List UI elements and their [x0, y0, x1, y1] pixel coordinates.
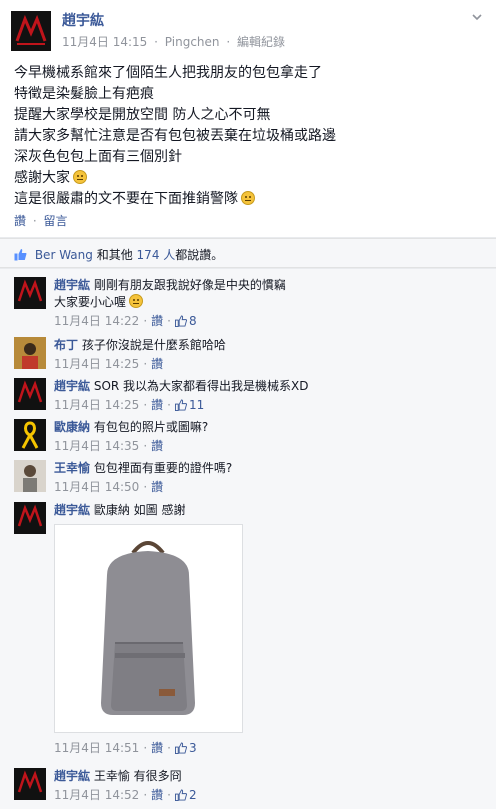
comment-text: 有包包的照片或圖嘛?	[93, 420, 209, 434]
thumbs-up-icon	[174, 315, 187, 327]
comment-like-button[interactable]: 讚	[151, 398, 163, 412]
like-button[interactable]: 讚	[14, 214, 26, 228]
comment-timestamp[interactable]: 11月4日 14:50	[54, 480, 139, 494]
chevron-down-icon[interactable]	[470, 10, 484, 24]
commenter-avatar[interactable]	[14, 502, 46, 534]
comment-like-count[interactable]: 11	[174, 398, 204, 412]
meta-separator: ·	[226, 35, 231, 49]
comment-like-button[interactable]: 讚	[151, 788, 163, 802]
post-timestamp[interactable]: 11月4日 14:15	[62, 35, 147, 49]
post-meta: 11月4日 14:15 · Pingchen · 編輯紀錄	[62, 33, 285, 50]
grimace-emoji-icon	[241, 191, 255, 205]
comment-author[interactable]: 趙宇紘	[54, 379, 90, 393]
commenter-avatar[interactable]	[14, 419, 46, 451]
comment-meta: 11月4日 14:52 · 讚 · 2	[54, 788, 197, 802]
comment-text: SOR 我以為大家都看得出我是機械系XD	[93, 379, 309, 393]
comment-text: 王幸愉 有很多冏	[93, 769, 182, 783]
comments-list: 趙宇紘 剛剛有朋友跟我說好像是中央的慣竊 大家要小心喔 11月4日 14:22 ·…	[0, 269, 496, 809]
comment-like-button[interactable]: 讚	[151, 357, 163, 371]
post-text: 今早機械系館來了個陌生人把我朋友的包包拿走了 特徵是染髮臉上有疤痕 提醒大家學校…	[14, 63, 336, 210]
comment-author[interactable]: 歐康納	[54, 420, 90, 434]
post-line: 請大家多幫忙注意是否有包包被丟棄在垃圾桶或路邊	[14, 128, 336, 144]
comment-meta: 11月4日 14:35 · 讚	[54, 439, 164, 453]
commenter-avatar[interactable]	[14, 378, 46, 410]
backpack-image	[55, 525, 242, 732]
likes-summary: Ber Wang 和其他 174 人都說讚。	[0, 238, 496, 268]
comment-meta: 11月4日 14:22 · 讚 · 8	[54, 314, 197, 328]
likes-suffix: 都說讚。	[175, 248, 224, 262]
liker-name-link[interactable]: Ber Wang	[35, 248, 93, 262]
likes-and-others: 和其他	[96, 248, 133, 262]
comment-like-button[interactable]: 讚	[151, 480, 163, 494]
comment-timestamp[interactable]: 11月4日 14:25	[54, 398, 139, 412]
comment-like-count[interactable]: 8	[174, 314, 197, 328]
comment-timestamp[interactable]: 11月4日 14:25	[54, 357, 139, 371]
comment-text: 包包裡面有重要的證件嗎?	[93, 461, 233, 475]
commenter-avatar[interactable]	[14, 337, 46, 369]
smile-emoji-icon	[73, 170, 87, 184]
comment-text: 孩子你沒說是什麼系館哈哈	[81, 338, 226, 352]
commenter-avatar[interactable]	[14, 768, 46, 800]
author-avatar[interactable]	[11, 11, 51, 51]
comment-author[interactable]: 布丁	[54, 338, 78, 352]
comment-button[interactable]: 留言	[44, 214, 68, 228]
comment-like-count[interactable]: 3	[174, 741, 197, 755]
comment-like-button[interactable]: 讚	[151, 741, 163, 755]
post-line: 特徵是染髮臉上有疤痕	[14, 86, 154, 102]
action-separator: ·	[32, 214, 37, 228]
comment-like-count[interactable]: 2	[174, 788, 197, 802]
comment-timestamp[interactable]: 11月4日 14:35	[54, 439, 139, 453]
comment-author[interactable]: 趙宇紘	[54, 503, 90, 517]
edit-history-link[interactable]: 編輯紀錄	[237, 35, 285, 49]
smile-emoji-icon	[129, 294, 144, 308]
post-location[interactable]: Pingchen	[165, 35, 220, 49]
post-line: 感謝大家	[14, 168, 336, 189]
backpack-photo[interactable]	[54, 524, 243, 733]
comment-meta: 11月4日 14:51 · 讚 · 3	[54, 741, 197, 755]
comment-meta: 11月4日 14:25 · 讚 · 11	[54, 398, 205, 412]
comment-timestamp[interactable]: 11月4日 14:22	[54, 314, 139, 328]
meta-separator: ·	[154, 35, 158, 49]
thumbs-up-icon	[174, 789, 187, 801]
comment-timestamp[interactable]: 11月4日 14:52	[54, 788, 139, 802]
thumbs-up-icon	[174, 742, 187, 754]
post-line: 今早機械系館來了個陌生人把我朋友的包包拿走了	[14, 65, 322, 81]
comment-text: 歐康納 如圖 感謝	[93, 503, 186, 517]
post-line: 深灰色包包上面有三個別針	[14, 149, 182, 165]
commenter-avatar[interactable]	[14, 460, 46, 492]
comment-meta: 11月4日 14:50 · 讚	[54, 480, 164, 494]
comment-like-button[interactable]: 讚	[151, 314, 163, 328]
commenter-avatar[interactable]	[14, 277, 46, 309]
likes-count-link[interactable]: 174 人	[137, 248, 176, 262]
comment-author[interactable]: 趙宇紘	[54, 769, 90, 783]
comment-text: 剛剛有朋友跟我說好像是中央的慣竊	[93, 278, 286, 292]
thumbs-up-icon	[174, 399, 187, 411]
post-card: 趙宇紘 11月4日 14:15 · Pingchen · 編輯紀錄 今早機械系館…	[0, 0, 496, 237]
comment-text: 大家要小心喔	[54, 295, 127, 309]
comment-meta: 11月4日 14:25 · 讚	[54, 357, 164, 371]
comment-like-button[interactable]: 讚	[151, 439, 163, 453]
thumbs-up-icon	[14, 249, 27, 261]
comment-timestamp[interactable]: 11月4日 14:51	[54, 741, 139, 755]
post-author-name[interactable]: 趙宇紘	[62, 10, 104, 30]
post-actions: 讚 · 留言	[14, 212, 68, 229]
post-line: 這是很嚴肅的文不要在下面推銷警隊	[14, 189, 336, 210]
post-line: 提醒大家學校是開放空間 防人之心不可無	[14, 107, 271, 123]
comment-author[interactable]: 王幸愉	[54, 461, 90, 475]
comment-author[interactable]: 趙宇紘	[54, 278, 90, 292]
